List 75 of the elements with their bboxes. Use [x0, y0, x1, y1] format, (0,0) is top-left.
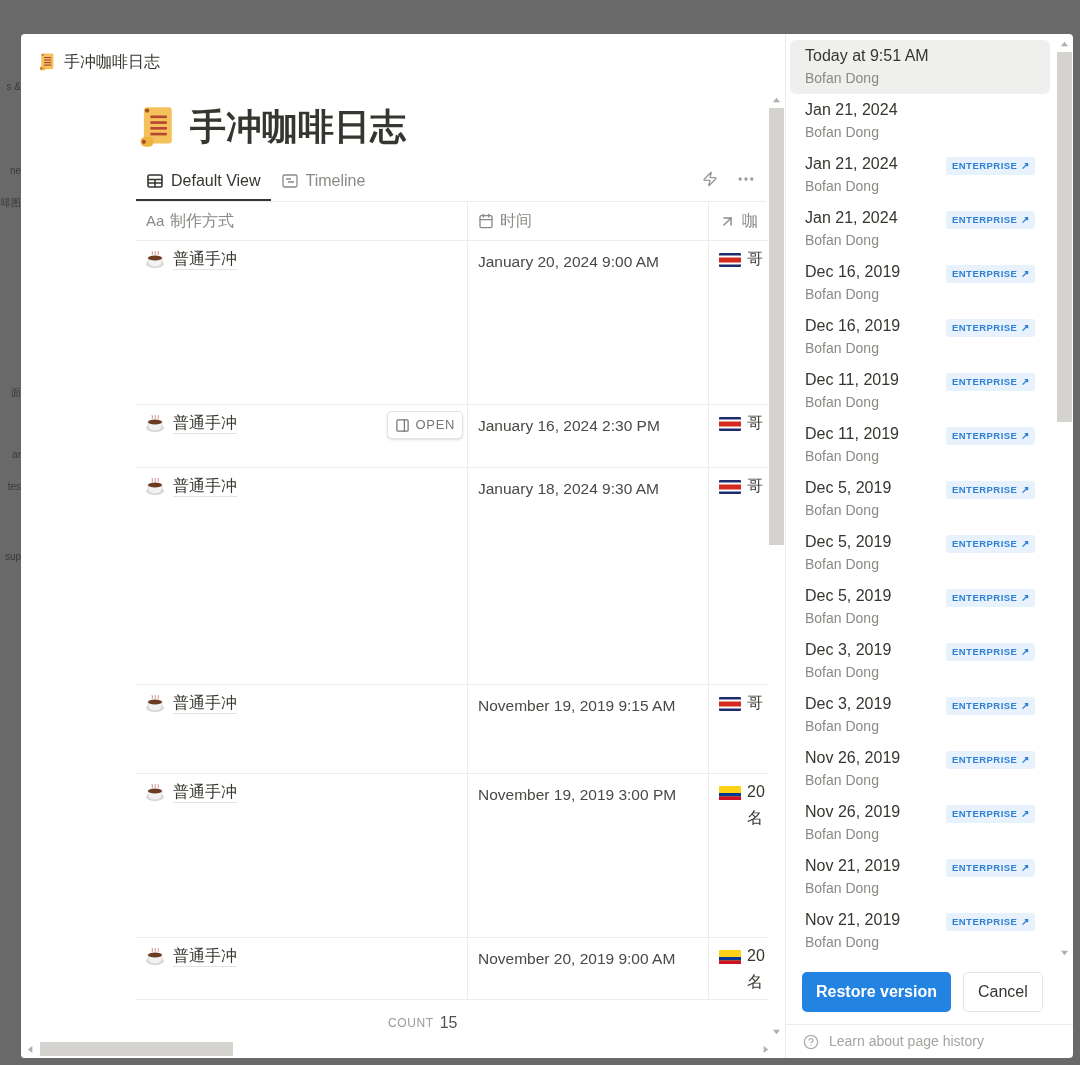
table-icon	[146, 173, 164, 189]
coffee-bean-text[interactable]: 名	[747, 969, 765, 995]
view-tab[interactable]: Default View	[136, 163, 271, 201]
date-cell: November 19, 2019 3:00 PM	[478, 786, 677, 803]
enterprise-badge[interactable]: ENTERPRISE ↗	[945, 372, 1035, 392]
scroll-up-icon[interactable]	[1060, 40, 1069, 49]
row-title[interactable]: 普通手冲	[173, 693, 237, 714]
coffee-bean-text[interactable]: 哥	[747, 410, 763, 436]
coffee-bean-text[interactable]: 20	[747, 779, 765, 805]
help-icon	[803, 1033, 819, 1050]
row-title[interactable]: 普通手冲	[173, 413, 237, 434]
flag-icon	[719, 480, 741, 494]
flag-icon	[719, 697, 741, 711]
view-tab[interactable]: Timeline	[270, 163, 376, 201]
enterprise-badge[interactable]: ENTERPRISE ↗	[945, 210, 1035, 230]
calendar-icon	[478, 213, 494, 229]
row-title[interactable]: 普通手冲	[173, 476, 237, 497]
coffee-cup-icon	[145, 693, 165, 714]
coffee-bean-text[interactable]: 哥	[747, 690, 763, 716]
enterprise-badge[interactable]: ENTERPRISE ↗	[945, 858, 1035, 878]
timeline-icon	[280, 173, 299, 189]
coffee-cup-icon	[145, 413, 165, 434]
side-panel-icon	[394, 417, 410, 433]
scroll-left-icon[interactable]	[26, 1044, 35, 1054]
enterprise-badge[interactable]: ENTERPRISE ↗	[945, 480, 1035, 500]
flag-icon	[719, 253, 741, 267]
date-cell: November 19, 2019 9:15 AM	[478, 697, 676, 714]
enterprise-badge[interactable]: ENTERPRISE ↗	[945, 426, 1035, 446]
row-title[interactable]: 普通手冲	[173, 249, 237, 270]
enterprise-badge[interactable]: ENTERPRISE ↗	[945, 642, 1035, 662]
breadcrumb-title: 手冲咖啡日志	[64, 52, 160, 72]
scroll-icon	[38, 52, 56, 72]
column-header[interactable]: Aa 制作方式	[136, 202, 467, 240]
coffee-bean-text[interactable]: 20	[747, 943, 765, 969]
enterprise-badge[interactable]: ENTERPRISE ↗	[945, 804, 1035, 824]
flag-icon	[719, 950, 741, 964]
date-cell: January 16, 2024 2:30 PM	[478, 417, 660, 434]
enterprise-badge[interactable]: ENTERPRISE ↗	[945, 156, 1035, 176]
column-type-label: Aa	[146, 210, 165, 231]
enterprise-badge[interactable]: ENTERPRISE ↗	[945, 750, 1035, 770]
version-item[interactable]: Today at 9:51 AM Bofan Dong	[790, 40, 1050, 94]
date-cell: January 20, 2024 9:00 AM	[478, 253, 659, 270]
date-cell: November 20, 2019 9:00 AM	[478, 950, 676, 967]
scroll-down-icon[interactable]	[772, 1027, 781, 1036]
count-label: COUNT	[388, 1015, 434, 1032]
flag-icon	[719, 786, 741, 800]
coffee-bean-text[interactable]: 名	[747, 805, 765, 831]
date-cell: January 18, 2024 9:30 AM	[478, 480, 659, 497]
horizontal-scrollbar-thumb[interactable]	[40, 1042, 233, 1056]
restore-version-button[interactable]: Restore version	[802, 971, 951, 1012]
enterprise-badge[interactable]: ENTERPRISE ↗	[945, 534, 1035, 554]
row-title[interactable]: 普通手冲	[173, 946, 237, 967]
coffee-bean-text[interactable]: 哥	[747, 246, 763, 272]
flag-icon	[719, 417, 741, 431]
enterprise-badge[interactable]: ENTERPRISE ↗	[945, 696, 1035, 716]
enterprise-badge[interactable]: ENTERPRISE ↗	[945, 588, 1035, 608]
vertical-scrollbar-thumb[interactable]	[769, 108, 784, 545]
coffee-cup-icon	[145, 782, 165, 803]
count-value: 15	[439, 1013, 458, 1033]
open-button[interactable]: OPEN	[386, 411, 463, 439]
scroll-up-icon[interactable]	[772, 96, 781, 105]
coffee-cup-icon	[145, 476, 165, 497]
vertical-scrollbar-thumb[interactable]	[1057, 52, 1072, 422]
cancel-button[interactable]: Cancel	[962, 971, 1043, 1012]
row-title[interactable]: 普通手冲	[173, 782, 237, 803]
enterprise-badge[interactable]: ENTERPRISE ↗	[945, 264, 1035, 284]
column-header[interactable]: 时间	[467, 202, 708, 240]
scroll-down-icon[interactable]	[1060, 948, 1069, 957]
enterprise-badge[interactable]: ENTERPRISE ↗	[945, 912, 1035, 932]
coffee-cup-icon	[145, 946, 165, 967]
coffee-bean-text[interactable]: 哥	[747, 473, 763, 499]
page-title: 手冲咖啡日志	[190, 105, 406, 149]
lightning-icon[interactable]	[702, 171, 718, 187]
coffee-cup-icon	[145, 249, 165, 270]
enterprise-badge[interactable]: ENTERPRISE ↗	[945, 318, 1035, 338]
